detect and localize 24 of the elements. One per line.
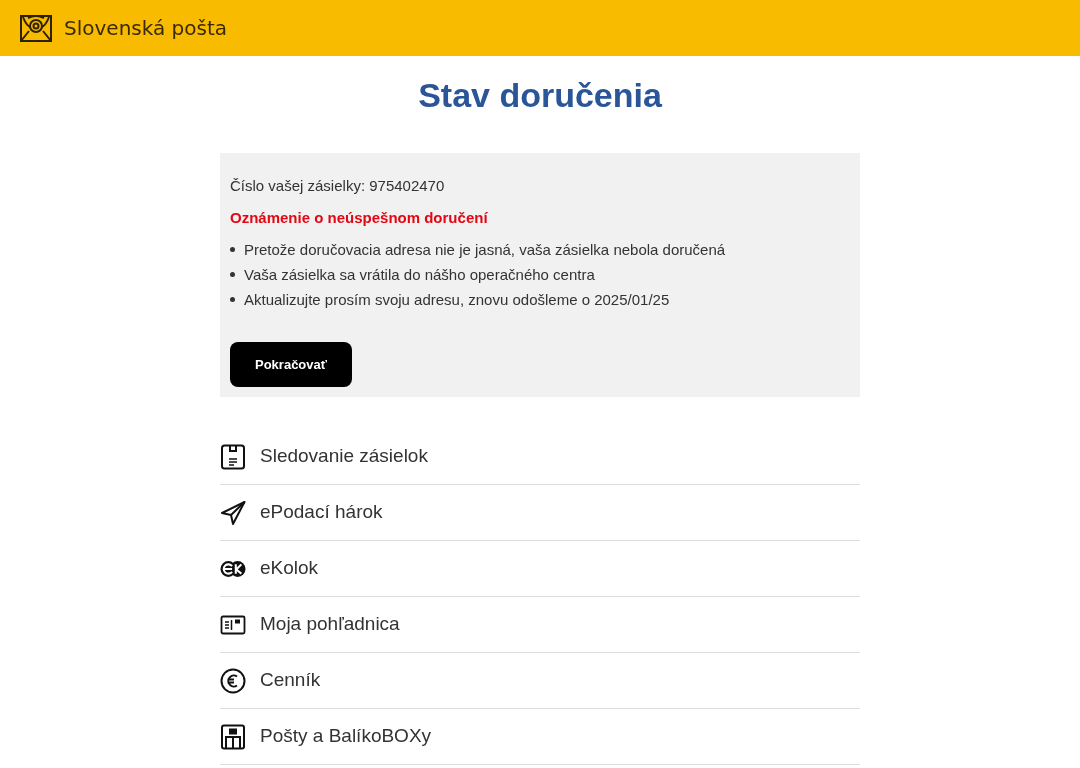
menu-link[interactable]: ePodací hárok (220, 485, 860, 541)
menu-link[interactable]: Sledovanie zásielok (220, 429, 860, 485)
postcard-icon (220, 614, 246, 635)
bullet-icon (230, 247, 235, 252)
brand-name: Slovenská pošta (64, 16, 228, 40)
tracking-number: Číslo vašej zásielky: 975402470 (230, 177, 445, 194)
menu-link[interactable]: Cenník (220, 653, 860, 709)
ek-circles-icon (220, 559, 246, 578)
menu-link[interactable]: Moja pohľadnica (220, 597, 860, 653)
reason-text: Vaša zásielka sa vrátila do nášho operačného centra (244, 266, 595, 283)
reason-text: Aktualizujte prosím svoju adresu, znovu odošleme o 2025/01/25 (244, 291, 670, 308)
post-office-box-icon (220, 723, 246, 750)
euro-coin-icon (220, 667, 246, 694)
menu-link[interactable]: eKolok (220, 541, 860, 597)
bullet-icon (230, 297, 235, 302)
parcel-icon (220, 443, 246, 470)
envelope-horn-logo-icon (20, 14, 52, 42)
page-title: Stav doručenia (418, 76, 662, 115)
menu-link[interactable]: Pošty a BalíkoBOXy (220, 709, 860, 765)
continue-button[interactable]: Pokračovať (230, 342, 352, 387)
bullet-icon (230, 272, 235, 277)
alert-heading: Oznámenie o neúspešnom doručení (230, 209, 488, 226)
reason-text: Pretože doručovacia adresa nie je jasná, vaša zásielka nebola doručená (244, 241, 726, 258)
paper-plane-icon (220, 499, 246, 526)
